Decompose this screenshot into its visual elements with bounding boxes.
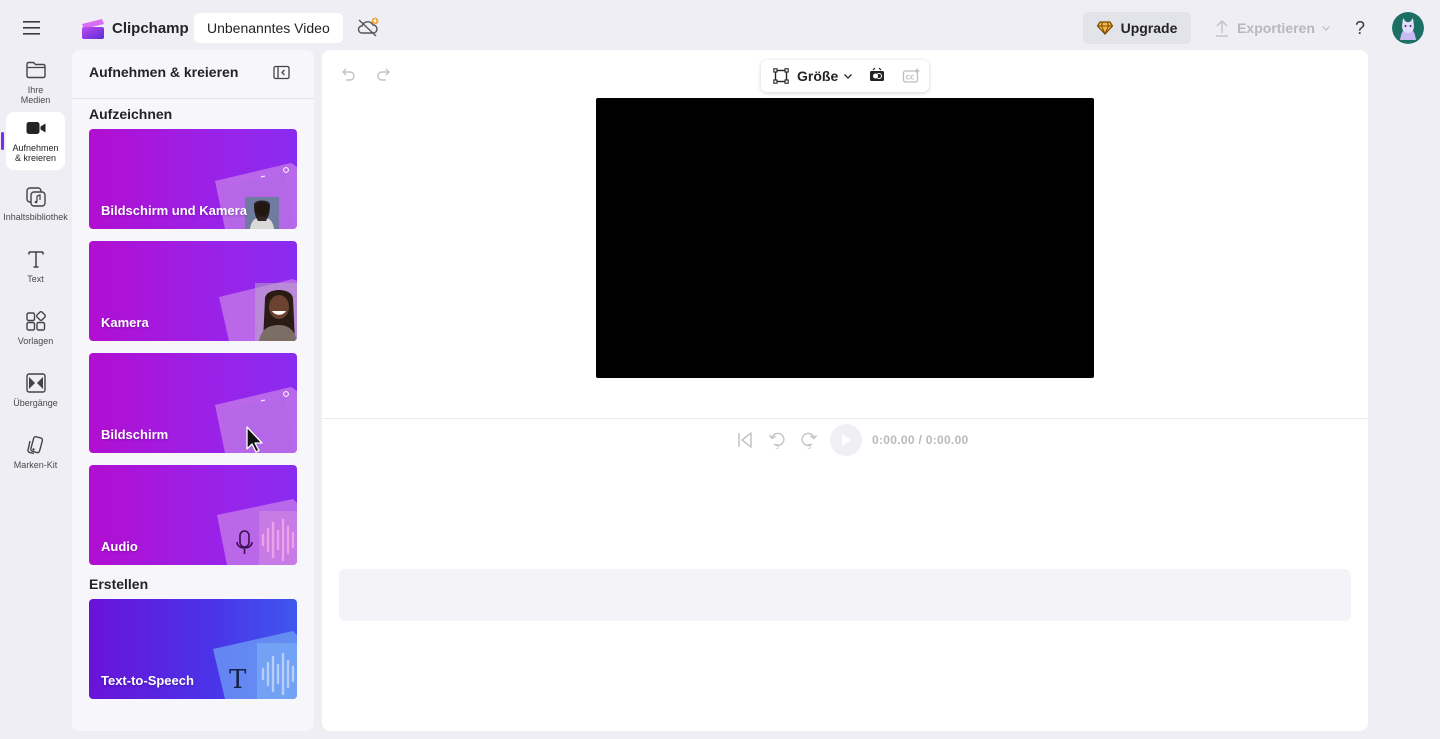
help-button[interactable]: ? <box>1348 14 1372 42</box>
brand: Clipchamp <box>80 14 189 42</box>
card-audio[interactable]: Audio <box>89 465 297 565</box>
top-bar: Clipchamp Unbenanntes Video Upgrade Expo… <box>0 0 1440 54</box>
rail-label-record-create: Aufnehmen & kreieren <box>12 143 59 163</box>
rail-item-record-create[interactable]: Aufnehmen & kreieren <box>6 112 65 170</box>
rail-label-brand-kit: Marken-Kit <box>13 460 58 470</box>
rail-label-content-library: Inhaltsbibliothek <box>3 212 68 222</box>
export-button[interactable]: Exportieren <box>1210 12 1336 44</box>
section-title-record: Aufzeichnen <box>89 106 173 122</box>
card-screen[interactable]: Bildschirm <box>89 353 297 453</box>
rail-label-transitions: Übergänge <box>13 398 58 408</box>
svg-text:5: 5 <box>775 443 779 451</box>
brand-kit-icon <box>26 435 43 455</box>
card-label: Bildschirm <box>101 427 169 442</box>
rail-item-brand-kit[interactable]: Marken-Kit <box>6 429 65 487</box>
divider <box>322 418 1368 419</box>
transitions-icon <box>25 373 46 393</box>
text-icon <box>27 251 44 268</box>
aspect-ratio-button[interactable]: Größe <box>773 68 853 84</box>
clipchamp-logo-icon <box>82 19 104 39</box>
svg-text:5: 5 <box>807 443 811 451</box>
skip-to-start-icon[interactable] <box>734 429 756 451</box>
svg-text:CC: CC <box>906 75 915 82</box>
rail-item-content-library[interactable]: Inhaltsbibliothek <box>3 181 68 239</box>
active-indicator <box>1 132 4 150</box>
rail-item-transitions[interactable]: Übergänge <box>6 367 65 425</box>
svg-text:T: T <box>229 665 247 695</box>
time-separator: / <box>914 433 926 447</box>
video-preview-canvas[interactable] <box>596 98 1094 378</box>
templates-icon <box>25 310 46 331</box>
rail-label-templates: Vorlagen <box>17 336 54 346</box>
left-rail: Ihre Medien Aufnehmen & kreieren Inhaltsbi… <box>0 54 72 739</box>
card-text-to-speech[interactable]: T Text-to-Speech <box>89 599 297 699</box>
rail-label-media: Ihre Medien <box>20 85 51 105</box>
collapse-panel-icon[interactable] <box>272 64 292 82</box>
undo-icon[interactable] <box>338 64 358 84</box>
rewind-5-icon[interactable]: 5 <box>766 429 788 451</box>
timeline-track[interactable] <box>339 569 1351 621</box>
play-icon <box>842 434 851 446</box>
preview-toolbar: Größe CC <box>761 60 929 92</box>
rail-item-media[interactable]: Ihre Medien <box>6 54 65 112</box>
forward-5-icon[interactable]: 5 <box>798 429 820 451</box>
folder-icon <box>25 61 46 79</box>
avatar[interactable] <box>1392 12 1424 44</box>
card-camera[interactable]: Kamera <box>89 241 297 341</box>
card-label: Bildschirm und Kamera <box>101 203 247 218</box>
menu-icon[interactable] <box>18 16 46 40</box>
brand-name: Clipchamp <box>112 19 189 37</box>
redo-icon[interactable] <box>374 64 394 84</box>
auto-captions-icon[interactable]: CC <box>901 66 921 86</box>
upgrade-label: Upgrade <box>1120 20 1178 36</box>
upgrade-button[interactable]: Upgrade <box>1083 12 1191 44</box>
play-button[interactable] <box>830 424 862 456</box>
rail-item-templates[interactable]: Vorlagen <box>6 305 65 363</box>
editor-area: Größe CC 5 5 0:00.00 / 0:00.00 <box>322 50 1368 731</box>
video-title[interactable]: Unbenanntes Video <box>194 13 343 43</box>
section-title-create: Erstellen <box>89 576 149 592</box>
resize-icon <box>773 68 789 84</box>
chevron-down-icon <box>1321 26 1330 31</box>
card-label: Audio <box>101 539 138 554</box>
chevron-down-icon <box>844 74 853 79</box>
upload-arrow-icon <box>1216 19 1229 37</box>
panel-title: Aufnehmen & kreieren <box>89 64 239 80</box>
rail-label-text: Text <box>27 274 44 284</box>
time-current: 0:00.00 <box>872 433 915 447</box>
timecode: 0:00.00 / 0:00.00 <box>872 433 969 447</box>
playback-controls: 5 5 0:00.00 / 0:00.00 <box>734 424 969 456</box>
export-label: Exportieren <box>1237 20 1315 36</box>
card-screen-and-camera[interactable]: Bildschirm und Kamera <box>89 129 297 229</box>
rail-item-text[interactable]: Text <box>6 243 65 301</box>
record-create-panel: Aufnehmen & kreieren Aufzeichnen Bildsch… <box>72 50 314 731</box>
cloud-sync-off-icon[interactable] <box>355 15 381 39</box>
video-camera-icon <box>26 122 45 134</box>
card-label: Kamera <box>101 315 149 330</box>
diamond-icon <box>1096 21 1113 35</box>
content-library-icon <box>25 187 46 207</box>
size-label: Größe <box>797 68 839 84</box>
background-remover-icon[interactable] <box>867 66 887 86</box>
panel-header: Aufnehmen & kreieren <box>72 50 314 99</box>
card-label: Text-to-Speech <box>101 673 194 688</box>
time-total: 0:00.00 <box>925 433 969 447</box>
